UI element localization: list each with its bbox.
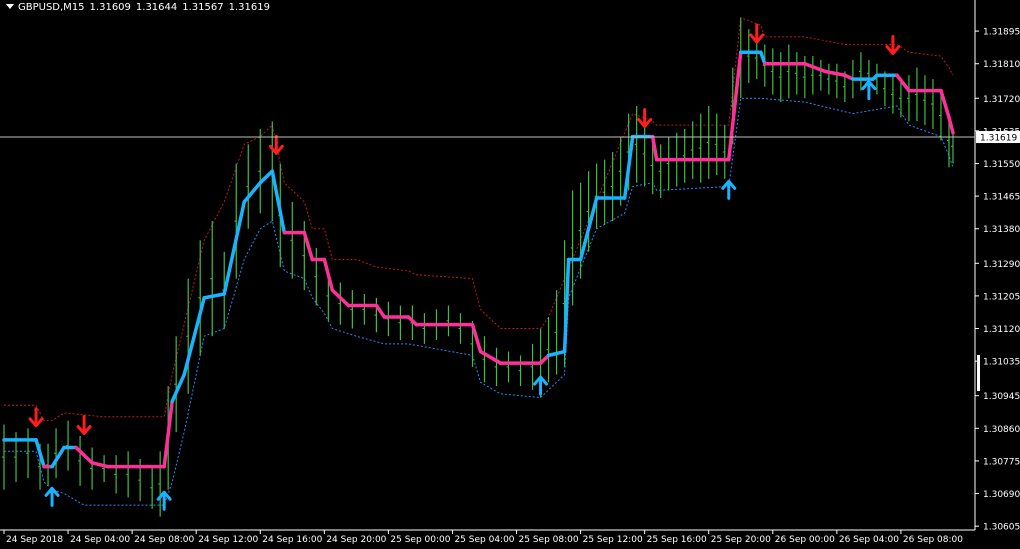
buy-arrow-icon: [533, 375, 549, 396]
price-tick-label: 1.31035: [983, 358, 1020, 368]
buy-arrow-icon: [721, 179, 737, 200]
price-tick-label: 1.31380: [983, 225, 1020, 235]
price-tick-label: 1.31810: [983, 60, 1020, 70]
price-tick-label: 1.30605: [983, 523, 1020, 533]
time-tick-label: 26 Sep 00:00: [775, 535, 835, 545]
time-tick-label: 26 Sep 04:00: [839, 535, 899, 545]
open-price: 1.31609: [89, 2, 131, 13]
trading-chart-window[interactable]: 1.318951.318101.317201.316351.315501.314…: [0, 0, 1020, 549]
price-tick-label: 1.30860: [983, 425, 1020, 435]
trend-segment-down: [947, 115, 955, 135]
trend-segment-down: [823, 69, 847, 77]
price-tick-label: 1.30690: [983, 490, 1020, 500]
time-tick-label: 24 Sep 16:00: [262, 535, 322, 545]
time-tick-label: 25 Sep 16:00: [647, 535, 707, 545]
buy-arrow-icon: [861, 80, 877, 101]
time-tick-label: 25 Sep 04:00: [454, 535, 514, 545]
high-price: 1.31644: [135, 2, 178, 13]
price-tick-label: 1.31550: [983, 160, 1020, 170]
time-tick-label: 26 Sep 08:00: [903, 535, 963, 545]
trend-segment-up: [546, 349, 567, 358]
trend-segment-up: [170, 372, 186, 404]
trend-segment-down: [803, 61, 827, 74]
current-price-label: 1.31619: [980, 134, 1017, 144]
price-scale-marker: [977, 355, 980, 391]
sell-arrow-icon: [76, 414, 92, 435]
price-chart[interactable]: 1.318951.318101.317201.316351.315501.314…: [0, 0, 1020, 549]
trend-segment-up: [270, 169, 287, 235]
price-tick-label: 1.31720: [983, 95, 1020, 105]
price-tick-label: 1.31465: [983, 193, 1020, 203]
trend-segment-up: [222, 200, 246, 296]
price-tick-label: 1.31290: [983, 260, 1020, 270]
price-tick-label: 1.31895: [983, 28, 1020, 38]
time-tick-label: 25 Sep 08:00: [519, 535, 579, 545]
trend-segment-down: [302, 230, 315, 262]
trend-segment-up: [759, 50, 767, 66]
chart-header: GBPUSD,M15 1.31609 1.31644 1.31567 1.31619: [6, 2, 275, 13]
close-price: 1.31619: [228, 2, 270, 13]
time-tick-label: 24 Sep 2018: [6, 535, 63, 545]
trend-segment-up: [258, 169, 275, 185]
time-tick-label: 25 Sep 12:00: [583, 535, 643, 545]
time-tick-label: 25 Sep 00:00: [390, 535, 450, 545]
trend-segment-up: [242, 180, 263, 204]
price-tick-label: 1.30775: [983, 457, 1020, 467]
trend-segment-down: [650, 134, 659, 162]
price-tick-label: 1.31120: [983, 325, 1020, 335]
trend-segment-down: [374, 303, 387, 319]
price-bars-layer: [2, 17, 954, 517]
time-tick-label: 24 Sep 08:00: [134, 535, 194, 545]
time-tick-label: 24 Sep 20:00: [326, 535, 386, 545]
time-tick-label: 24 Sep 12:00: [198, 535, 258, 545]
sell-arrow-icon: [749, 23, 765, 44]
trend-line-layer: [2, 50, 955, 469]
trend-segment-down: [895, 73, 911, 93]
time-tick-label: 24 Sep 04:00: [70, 535, 130, 545]
signal-arrows-layer: [28, 23, 901, 511]
price-tick-label: 1.30945: [983, 392, 1020, 402]
price-tick-label: 1.31205: [983, 292, 1020, 302]
symbol-timeframe: GBPUSD,M15: [18, 2, 85, 13]
trend-segment-down: [90, 461, 110, 469]
trend-segment-down: [939, 88, 951, 120]
time-tick-label: 25 Sep 20:00: [711, 535, 771, 545]
trend-segment-up: [202, 292, 226, 300]
sell-arrow-icon: [637, 107, 653, 128]
trend-segment-up: [50, 445, 66, 469]
sell-arrow-icon: [28, 407, 44, 428]
trend-segment-down: [478, 349, 503, 365]
chart-menu-triangle-icon[interactable]: [6, 4, 14, 9]
trend-segment-up: [562, 257, 571, 354]
trend-segment-down: [470, 322, 483, 354]
band-layer: [4, 17, 954, 506]
low-price: 1.31567: [182, 2, 224, 13]
upper-band-line: [4, 17, 954, 422]
buy-arrow-icon: [44, 486, 60, 507]
